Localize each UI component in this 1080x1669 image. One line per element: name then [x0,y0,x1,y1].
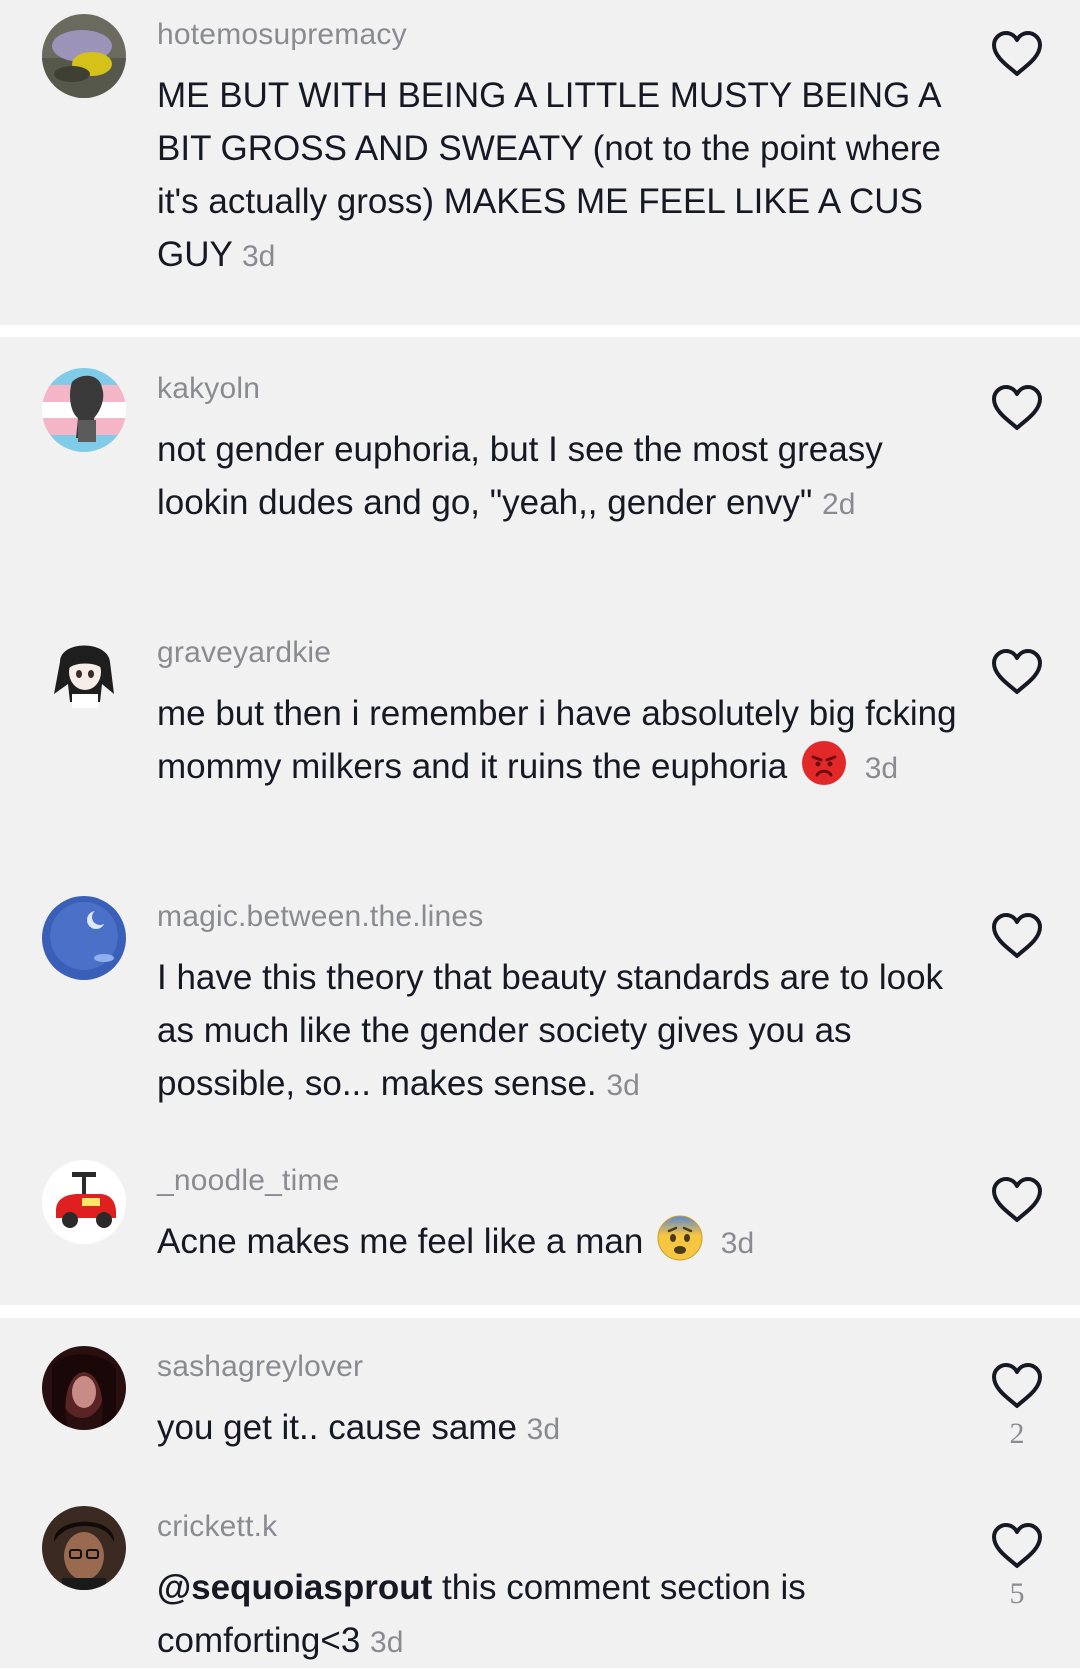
angry-face-emoji [801,741,846,785]
comment-text: not gender euphoria, but I see the most … [157,423,957,531]
comment-text: ME BUT WITH BEING A LITTLE MUSTY BEING A… [157,69,957,283]
anxious-face-emoji [657,1215,703,1261]
like-count: 2 [1009,1417,1025,1450]
comment-username[interactable]: _noodle_time [157,1164,340,1198]
comment-age: 3d [720,1227,755,1260]
avatar[interactable] [42,896,126,980]
comment-body: Acne makes me feel like a man [157,1222,644,1261]
comment-section: hotemosupremacy ME BUT WITH BEING A LITT… [0,0,1080,1668]
comment-text: @sequoiasprout this comment section is c… [157,1561,957,1669]
mention-link[interactable]: @sequoiasprout [157,1568,432,1607]
heart-outline-icon[interactable] [990,1176,1044,1224]
comment-age: 2d [822,488,856,521]
heart-outline-icon[interactable] [990,648,1044,696]
comment-text: Acne makes me feel like a man 3d [157,1215,957,1270]
comment-age: 3d [864,752,899,785]
heart-outline-icon[interactable] [990,912,1044,960]
comment-text: I have this theory that beauty standards… [157,951,957,1112]
avatar[interactable] [42,1346,126,1430]
comment-age: 3d [370,1626,404,1659]
avatar[interactable] [42,1160,126,1244]
comment-body: you get it.. cause same [157,1408,517,1447]
comment-age: 3d [241,240,276,273]
comment-age: 3d [606,1069,640,1102]
comment-age: 3d [526,1413,561,1446]
comment-body: I have this theory that beauty standards… [157,958,944,1103]
avatar[interactable] [42,368,126,452]
comment-username[interactable]: crickett.k [157,1510,277,1544]
comment-text: me but then i remember i have absolutely… [157,687,957,795]
heart-outline-icon[interactable] [990,30,1044,78]
comment-username[interactable]: sashagreylover [157,1350,363,1384]
heart-outline-icon[interactable] [990,1522,1044,1570]
comment-username[interactable]: kakyoln [157,372,260,406]
avatar[interactable] [42,1506,126,1590]
avatar[interactable] [42,14,126,98]
comment-text: you get it.. cause same 3d [157,1401,957,1456]
comment-username[interactable]: magic.between.the.lines [157,900,483,934]
heart-outline-icon[interactable] [990,384,1044,432]
comment-username[interactable]: graveyardkie [157,636,331,670]
heart-outline-icon[interactable] [990,1362,1044,1410]
comment-body: not gender euphoria, but I see the most … [157,430,883,522]
like-count: 5 [1009,1577,1025,1610]
comment-username[interactable]: hotemosupremacy [157,18,407,52]
avatar[interactable] [42,632,126,716]
